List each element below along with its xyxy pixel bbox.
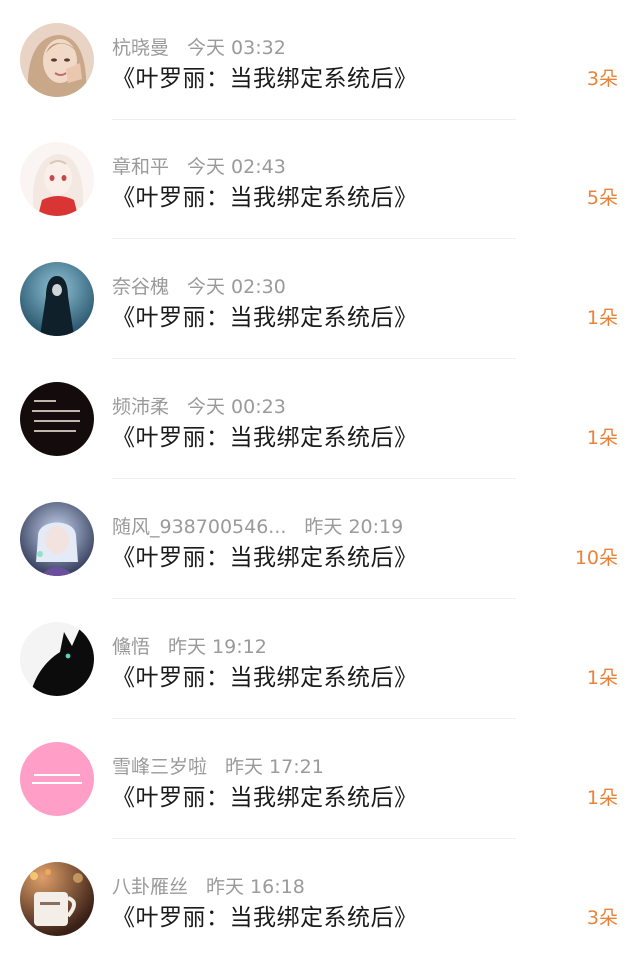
timestamp: 昨天 17:21 [225, 756, 324, 778]
meta-line: 频沛柔 今天 00:23 [112, 392, 286, 419]
gift-count: 3朵 [586, 68, 618, 90]
book-title[interactable]: 《叶罗丽：当我绑定系统后》 [112, 59, 418, 93]
gift-list: 杭晓曼 今天 03:32 《叶罗丽：当我绑定系统后》 3朵 章和平 今天 02:43… [0, 0, 640, 965]
gift-count: 1朵 [586, 667, 618, 689]
meta-line: 八卦雁丝 昨天 16:18 [112, 872, 305, 899]
user-name[interactable]: 随风_938700546... [112, 516, 286, 538]
avatar[interactable] [20, 862, 94, 936]
user-name[interactable]: 奈谷槐 [112, 276, 169, 298]
list-item[interactable]: 杭晓曼 今天 03:32 《叶罗丽：当我绑定系统后》 3朵 [0, 0, 640, 120]
user-name[interactable]: 八卦雁丝 [112, 876, 188, 898]
meta-line: 儵悟 昨天 19:12 [112, 632, 267, 659]
gift-count: 1朵 [586, 307, 618, 329]
avatar[interactable] [20, 142, 94, 216]
timestamp: 今天 02:30 [187, 276, 286, 298]
user-name[interactable]: 杭晓曼 [112, 37, 169, 59]
user-name[interactable]: 频沛柔 [112, 396, 169, 418]
timestamp: 昨天 20:19 [304, 516, 404, 538]
meta-line: 雪峰三岁啦 昨天 17:21 [112, 752, 324, 779]
avatar[interactable] [20, 23, 94, 97]
gift-count: 3朵 [586, 907, 618, 929]
list-item[interactable]: 随风_938700546... 昨天 20:19 《叶罗丽：当我绑定系统后》 10… [0, 479, 640, 599]
list-item[interactable]: 雪峰三岁啦 昨天 17:21 《叶罗丽：当我绑定系统后》 1朵 [0, 719, 640, 839]
book-title[interactable]: 《叶罗丽：当我绑定系统后》 [112, 778, 418, 812]
avatar[interactable] [20, 742, 94, 816]
book-title[interactable]: 《叶罗丽：当我绑定系统后》 [112, 898, 418, 932]
user-name[interactable]: 章和平 [112, 156, 169, 178]
book-title[interactable]: 《叶罗丽：当我绑定系统后》 [112, 538, 418, 572]
book-title[interactable]: 《叶罗丽：当我绑定系统后》 [112, 178, 418, 212]
user-name[interactable]: 雪峰三岁啦 [112, 756, 207, 778]
avatar[interactable] [20, 622, 94, 696]
meta-line: 章和平 今天 02:43 [112, 152, 286, 179]
meta-line: 随风_938700546... 昨天 20:19 [112, 512, 403, 539]
book-title[interactable]: 《叶罗丽：当我绑定系统后》 [112, 418, 418, 452]
timestamp: 今天 00:23 [187, 396, 286, 418]
avatar[interactable] [20, 382, 94, 456]
meta-line: 杭晓曼 今天 03:32 [112, 33, 286, 60]
avatar[interactable] [20, 262, 94, 336]
list-item[interactable]: 章和平 今天 02:43 《叶罗丽：当我绑定系统后》 5朵 [0, 119, 640, 239]
book-title[interactable]: 《叶罗丽：当我绑定系统后》 [112, 298, 418, 332]
book-title[interactable]: 《叶罗丽：当我绑定系统后》 [112, 658, 418, 692]
timestamp: 昨天 16:18 [206, 876, 305, 898]
gift-count: 1朵 [586, 787, 618, 809]
list-item[interactable]: 儵悟 昨天 19:12 《叶罗丽：当我绑定系统后》 1朵 [0, 599, 640, 719]
list-item[interactable]: 频沛柔 今天 00:23 《叶罗丽：当我绑定系统后》 1朵 [0, 359, 640, 479]
timestamp: 今天 02:43 [187, 156, 286, 178]
list-item[interactable]: 奈谷槐 今天 02:30 《叶罗丽：当我绑定系统后》 1朵 [0, 239, 640, 359]
gift-count: 5朵 [586, 187, 618, 209]
avatar[interactable] [20, 502, 94, 576]
timestamp: 昨天 19:12 [168, 636, 267, 658]
gift-count: 1朵 [586, 427, 618, 449]
meta-line: 奈谷槐 今天 02:30 [112, 272, 286, 299]
list-item[interactable]: 八卦雁丝 昨天 16:18 《叶罗丽：当我绑定系统后》 3朵 [0, 839, 640, 959]
user-name[interactable]: 儵悟 [112, 636, 150, 658]
timestamp: 今天 03:32 [187, 37, 286, 59]
gift-count: 10朵 [574, 547, 618, 569]
